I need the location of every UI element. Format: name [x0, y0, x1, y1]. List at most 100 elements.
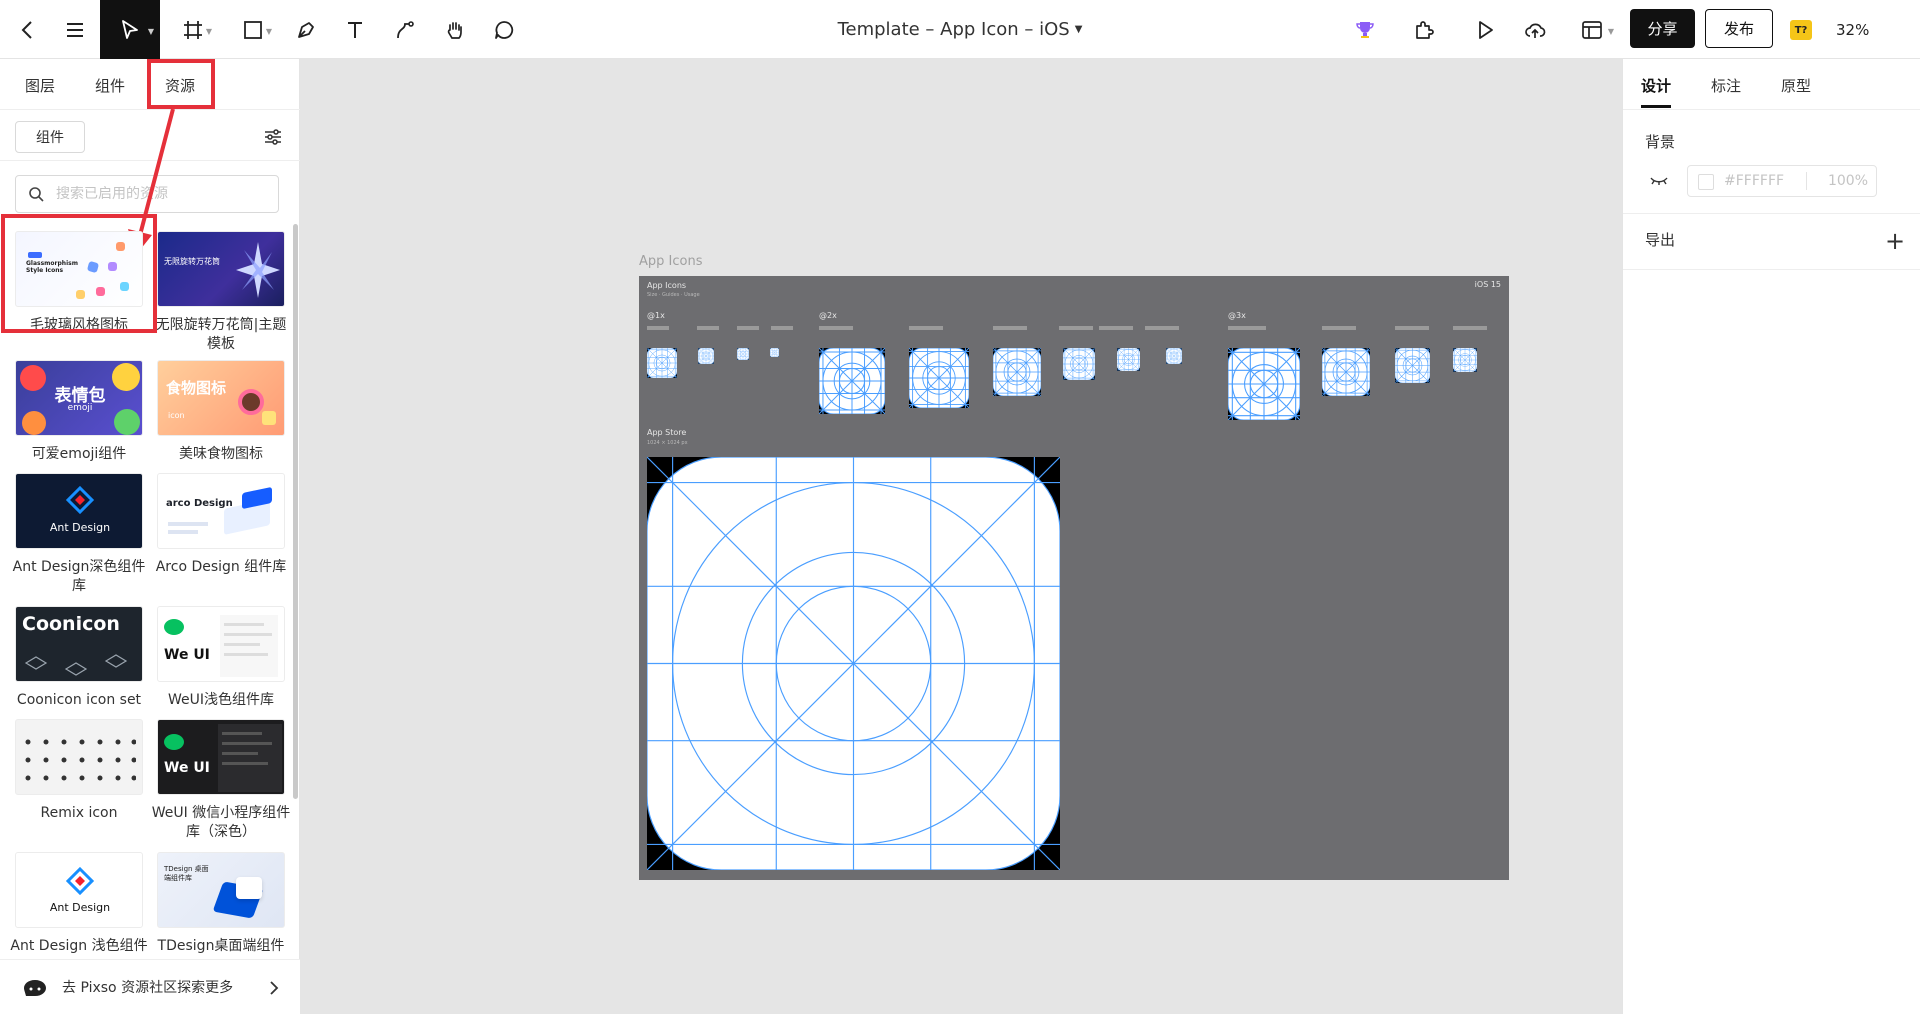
app-store-icon-template [647, 457, 1060, 870]
hand-icon [447, 21, 462, 39]
asset-scrollbar[interactable] [293, 224, 298, 799]
play-icon [1479, 20, 1493, 39]
line-shape [224, 633, 272, 636]
comment-tool-button[interactable] [484, 0, 524, 59]
hand-tool-button[interactable] [435, 0, 475, 59]
play-button[interactable] [1465, 0, 1505, 59]
thumb-text: Ant Design [49, 521, 111, 534]
active-tab-indicator [1641, 105, 1671, 108]
asset-thumbnail: Ant Design [15, 473, 143, 549]
asset-label: WeUI 微信小程序组件库（深色） [151, 805, 291, 840]
asset-thumbnail: 无限旋转万花筒 [157, 231, 285, 307]
line-shape [168, 522, 208, 526]
left-panel: 图层 组件 资源 组件 Glassmorphism Style Icons [0, 59, 300, 1014]
asset-thumbnail: Ant Design [15, 852, 143, 928]
eye-closed-icon[interactable] [1649, 172, 1669, 188]
asset-label: 可爱emoji组件 [31, 446, 127, 462]
asset-label: Ant Design 浅色组件库 [10, 938, 148, 953]
cloud-upload-icon [1525, 23, 1546, 38]
asset-thumbnail: TDesign 桌面端组件库 [157, 852, 285, 928]
thumb-text: 无限旋转万花筒 [164, 257, 220, 266]
avatar[interactable]: T? [1790, 20, 1812, 40]
ant-design-logo-icon [66, 486, 94, 514]
wechat-icon [164, 734, 184, 750]
tab-components[interactable]: 组件 [95, 75, 125, 96]
frame-name-label[interactable]: App Icons [639, 254, 702, 269]
thumb-text: We UI [164, 647, 210, 663]
share-button[interactable]: 分享 [1630, 9, 1695, 48]
comment-icon [495, 20, 514, 39]
plugin-icon [1416, 20, 1434, 39]
shape-tool-button[interactable]: ▼ [228, 0, 278, 59]
asset-label: 美味食物图标 [179, 446, 263, 462]
thumb-text: arco Design [166, 498, 233, 509]
thumb-text: Ant Design [49, 901, 111, 914]
ant-design-logo-icon [66, 867, 94, 895]
asset-thumbnail: We UI [157, 606, 285, 682]
pen-icon [298, 21, 314, 38]
icon-template-row [647, 326, 1487, 420]
explore-community-link[interactable]: 去 Pixso 资源社区探索更多 [0, 959, 300, 1014]
filter-settings-icon[interactable] [262, 126, 284, 148]
chevron-left-icon [21, 20, 32, 39]
asset-label: TDesign桌面端组件库 [157, 938, 285, 953]
thumb-subtext: icon [168, 411, 185, 420]
search-icon [29, 187, 44, 202]
kaleidoscope-icon [236, 242, 280, 298]
caret-down-icon: ▼ [1074, 24, 1083, 35]
pen-tool-button[interactable] [286, 0, 326, 59]
background-color-field[interactable]: #FFFFFF 100% [1687, 165, 1877, 197]
asset-thumbnail: We UI [157, 719, 285, 795]
highlight-box-glassmorphism-card [1, 214, 157, 333]
publish-button[interactable]: 发布 [1705, 9, 1773, 48]
food-shape [262, 411, 276, 425]
background-hex-value[interactable]: #FFFFFF [1724, 173, 1784, 189]
upload-button[interactable] [1515, 0, 1555, 59]
text-tool-button[interactable] [335, 0, 375, 59]
app-icons-artboard[interactable]: App Icons Size · Guides · Usage iOS 15 @… [639, 276, 1509, 880]
asset-thumbnail: arco Design [157, 473, 285, 549]
top-toolbar: ▼ ▼ ▼ Template – App Icon – iOS ▼ ▼ 分享 发… [0, 0, 1920, 59]
tab-inspect[interactable]: 标注 [1711, 75, 1741, 96]
asset-label: 无限旋转万花筒|主题模板 [155, 317, 287, 352]
export-section-title: 导出 [1645, 231, 1676, 249]
tab-prototype[interactable]: 原型 [1781, 75, 1811, 96]
plugins-button[interactable] [1404, 0, 1444, 59]
asset-label: Remix icon [40, 805, 118, 821]
divider [1623, 109, 1920, 110]
caret-down-icon: ▼ [147, 27, 154, 36]
caret-down-icon: ▼ [265, 27, 272, 36]
layout-button[interactable]: ▼ [1568, 0, 1616, 59]
connector-tool-button[interactable] [385, 0, 425, 59]
tab-layers[interactable]: 图层 [25, 75, 55, 96]
cursor-icon [122, 19, 138, 39]
back-button[interactable] [8, 0, 48, 59]
document-title[interactable]: Template – App Icon – iOS ▼ [760, 0, 1160, 59]
thumb-text: Coonicon [22, 613, 120, 635]
frame-tool-button[interactable]: ▼ [168, 0, 218, 59]
asset-thumbnail [15, 719, 143, 795]
icon-grid-pattern [25, 739, 136, 781]
emoji-shape [22, 411, 46, 435]
background-opacity-value[interactable]: 100% [1808, 173, 1868, 189]
filter-chip-components[interactable]: 组件 [15, 121, 85, 153]
zoom-level[interactable]: 32% [1836, 0, 1869, 59]
community-chat-icon [24, 980, 46, 996]
asset-label: Coonicon icon set [16, 692, 142, 708]
background-section-title: 背景 [1645, 133, 1676, 151]
trophy-button[interactable] [1345, 0, 1385, 59]
frame-icon [184, 20, 202, 39]
divider [1623, 213, 1920, 214]
donut-shape [238, 389, 264, 415]
add-export-icon[interactable]: + [1885, 229, 1905, 253]
line-shape [224, 653, 268, 656]
app-store-size: 1024 × 1024 px [647, 440, 688, 446]
asset-label: Arco Design 组件库 [155, 559, 287, 575]
color-swatch[interactable] [1698, 174, 1714, 190]
menu-button[interactable] [55, 0, 95, 59]
move-tool-button[interactable]: ▼ [100, 0, 160, 59]
tab-design[interactable]: 设计 [1641, 75, 1671, 96]
line-shape [168, 530, 198, 534]
text-icon [348, 21, 362, 38]
asset-thumbnail: 食物图标 icon [157, 360, 285, 436]
